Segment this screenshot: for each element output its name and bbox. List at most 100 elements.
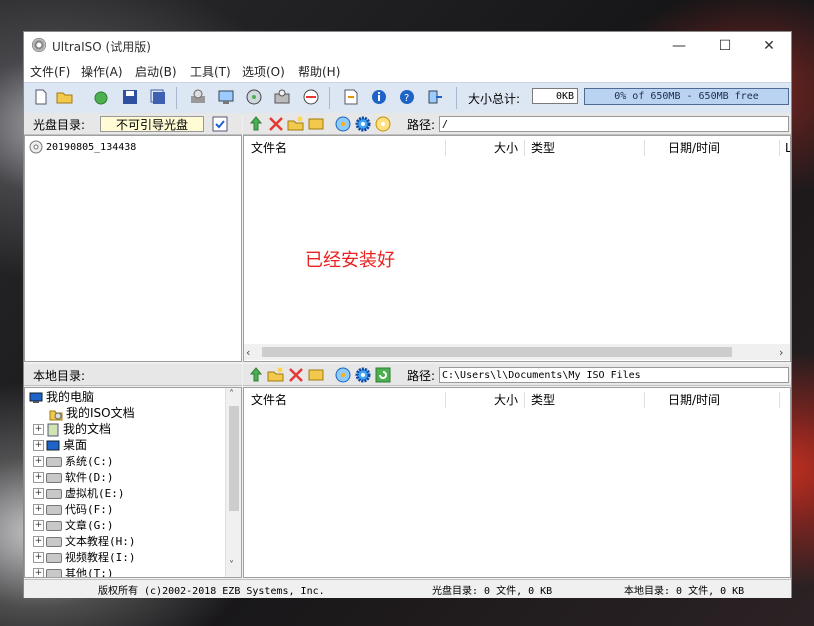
tree-item-drive[interactable]: + 文本教程(H:) xyxy=(33,533,136,549)
local-status-text: 本地目录: 0 文件, 0 KB xyxy=(624,586,745,597)
column-datetime[interactable]: 日期/时间 xyxy=(668,136,720,160)
disc-path-field[interactable]: / xyxy=(439,116,789,132)
disc-pane-header: 光盘目录: 不可引导光盘 xyxy=(24,113,242,135)
tree-vertical-scrollbar[interactable]: ˄ ˅ xyxy=(225,388,241,577)
delete-icon[interactable] xyxy=(267,115,285,133)
horizontal-scrollbar[interactable]: ‹ › xyxy=(244,344,790,360)
tree-item-my-computer[interactable]: 我的电脑 xyxy=(29,389,94,405)
capacity-bar[interactable]: 0% of 650MB - 650MB free xyxy=(584,88,789,105)
exit-icon[interactable] xyxy=(426,88,444,106)
up-folder-icon[interactable] xyxy=(247,366,265,384)
disc-root-item[interactable]: 20190805_134438 xyxy=(29,138,136,154)
column-divider xyxy=(445,392,446,408)
column-divider xyxy=(779,392,780,408)
tree-item-drive[interactable]: + 系统(C:) xyxy=(33,453,114,469)
disc-path-label: 路径: xyxy=(407,118,436,132)
total-size-value: 0KB xyxy=(532,88,578,104)
menu-tools[interactable]: 工具(T) xyxy=(190,63,231,80)
scroll-left-icon[interactable]: ‹ xyxy=(246,346,250,359)
scroll-up-icon[interactable]: ˄ xyxy=(229,389,234,400)
new-file-icon[interactable] xyxy=(32,88,50,106)
column-size[interactable]: 大小 xyxy=(494,136,518,160)
tree-item-drive[interactable]: + 其他(T:) xyxy=(33,565,114,577)
column-type[interactable]: 类型 xyxy=(531,388,555,412)
save-icon[interactable] xyxy=(121,88,139,106)
add-to-disc-icon[interactable] xyxy=(334,366,352,384)
compress-iso-icon[interactable] xyxy=(245,88,263,106)
menu-action[interactable]: 操作(A) xyxy=(81,63,123,80)
title-bar: UltraISO (试用版) — ☐ ✕ xyxy=(24,32,791,60)
iso-folder-icon xyxy=(49,410,63,420)
column-type[interactable]: 类型 xyxy=(531,136,555,160)
menu-file[interactable]: 文件(F) xyxy=(30,63,70,80)
bootable-check-icon[interactable] xyxy=(212,116,228,132)
local-path-label: 路径: xyxy=(407,369,436,383)
menu-boot[interactable]: 启动(B) xyxy=(135,63,177,80)
rename-icon[interactable] xyxy=(307,115,325,133)
copyright-text: 版权所有 (c)2002-2018 EZB Systems, Inc. xyxy=(98,586,325,597)
column-lba[interactable]: L xyxy=(785,136,790,160)
disc-tree-panel: 20190805_134438 xyxy=(24,135,242,362)
burn-cd-icon[interactable] xyxy=(189,88,207,106)
column-divider xyxy=(779,140,780,156)
maximize-button[interactable]: ☐ xyxy=(702,32,748,60)
drive-icon xyxy=(46,520,62,531)
close-button[interactable]: ✕ xyxy=(746,32,792,60)
open-folder-icon[interactable] xyxy=(56,88,74,106)
total-size-label: 大小总计: xyxy=(468,92,521,106)
desktop-icon xyxy=(46,440,60,450)
scroll-right-icon[interactable]: › xyxy=(779,346,783,359)
mount-virtual-drive-icon[interactable] xyxy=(217,88,235,106)
new-folder-icon[interactable] xyxy=(287,115,305,133)
refresh-disc-icon[interactable] xyxy=(374,115,392,133)
refresh-icon[interactable] xyxy=(374,366,392,384)
documents-icon xyxy=(47,423,59,436)
drive-icon xyxy=(46,472,62,483)
new-folder-icon[interactable] xyxy=(267,366,285,384)
settings-gear-icon[interactable] xyxy=(354,115,372,133)
tree-item-my-documents[interactable]: + 我的文档 xyxy=(33,421,111,437)
menu-help[interactable]: 帮助(H) xyxy=(298,63,340,80)
menu-bar: 文件(F) 操作(A) 启动(B) 工具(T) 选项(O) 帮助(H) xyxy=(24,60,791,82)
menu-options[interactable]: 选项(O) xyxy=(242,63,285,80)
save-as-icon[interactable] xyxy=(149,88,167,106)
computer-icon xyxy=(29,392,43,403)
local-file-toolbar: 路径: C:\Users\l\Documents\My ISO Files xyxy=(243,364,791,386)
tree-item-drive[interactable]: + 视频教程(I:) xyxy=(33,549,136,565)
properties-icon[interactable] xyxy=(342,88,360,106)
tree-item-desktop[interactable]: + 桌面 xyxy=(33,437,87,453)
disc-file-toolbar: 路径: / xyxy=(243,113,791,135)
tree-item-my-iso-docs[interactable]: 我的ISO文档 xyxy=(49,405,135,421)
make-cd-image-icon[interactable] xyxy=(273,88,291,106)
delete-icon[interactable] xyxy=(287,366,305,384)
help-icon[interactable]: ? xyxy=(398,88,416,106)
extract-icon[interactable] xyxy=(92,88,110,106)
local-file-list: 文件名 大小 类型 日期/时间 xyxy=(243,387,791,578)
info-icon[interactable] xyxy=(370,88,388,106)
rename-icon[interactable] xyxy=(307,366,325,384)
tree-item-drive[interactable]: + 代码(F:) xyxy=(33,501,114,517)
column-filename[interactable]: 文件名 xyxy=(251,388,287,412)
scroll-down-icon[interactable]: ˅ xyxy=(229,560,234,571)
local-tree-panel: 我的电脑 我的ISO文档 + 我的文档 + 桌面 + 系统(C:) + 软件(D:) +… xyxy=(24,387,242,578)
column-divider xyxy=(445,140,446,156)
up-folder-icon[interactable] xyxy=(247,115,265,133)
drive-icon xyxy=(46,568,62,577)
scrollbar-thumb[interactable] xyxy=(262,347,732,357)
minimize-button[interactable]: — xyxy=(656,32,702,60)
tree-item-drive[interactable]: + 虚拟机(E:) xyxy=(33,485,125,501)
disc-file-list: 文件名 大小 类型 日期/时间 L 已经安装好 ‹ › xyxy=(243,135,791,362)
local-path-field[interactable]: C:\Users\l\Documents\My ISO Files xyxy=(439,367,789,383)
convert-image-icon[interactable] xyxy=(302,88,320,106)
tree-item-drive[interactable]: + 文章(G:) xyxy=(33,517,114,533)
add-files-icon[interactable] xyxy=(334,115,352,133)
column-filename[interactable]: 文件名 xyxy=(251,136,287,160)
boot-type-field[interactable]: 不可引导光盘 xyxy=(100,116,204,132)
tree-item-drive[interactable]: + 软件(D:) xyxy=(33,469,114,485)
scrollbar-thumb[interactable] xyxy=(229,406,239,511)
column-size[interactable]: 大小 xyxy=(494,388,518,412)
settings-gear-icon[interactable] xyxy=(354,366,372,384)
column-divider xyxy=(524,392,525,408)
ultraiso-app-icon xyxy=(32,38,46,52)
column-datetime[interactable]: 日期/时间 xyxy=(668,388,720,412)
